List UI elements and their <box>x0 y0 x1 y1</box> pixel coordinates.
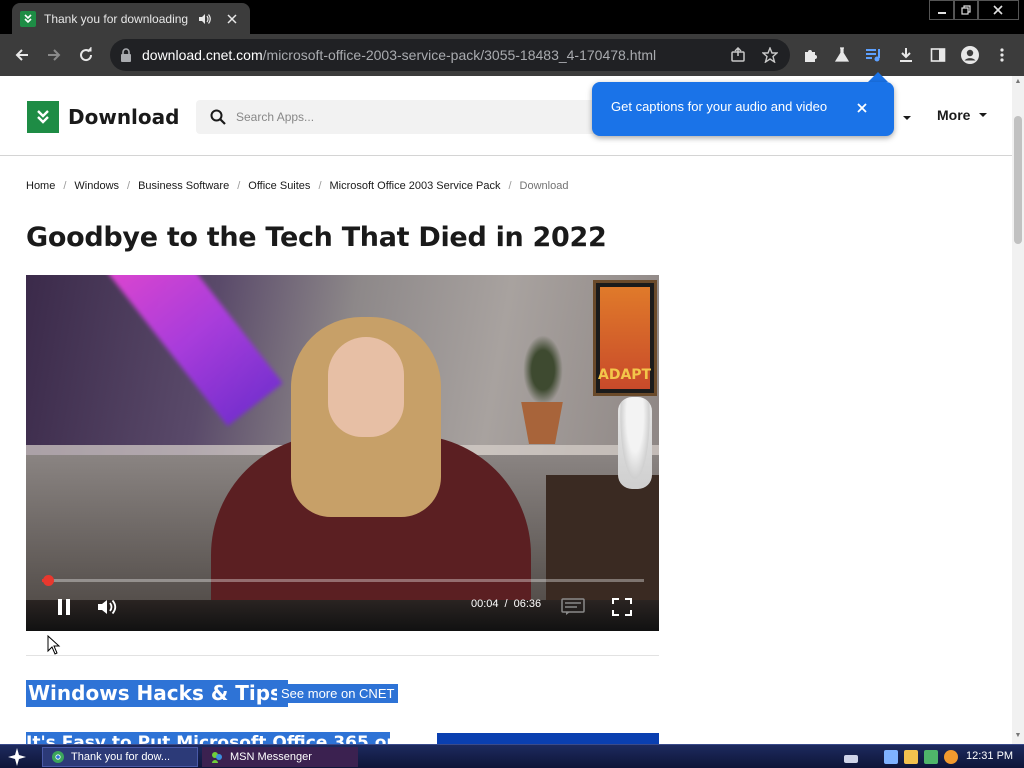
taskbar: Thank you for dow... MSN Messenger 12:31… <box>0 744 1024 768</box>
download-logo-icon[interactable] <box>27 101 59 133</box>
reload-icon[interactable] <box>74 43 98 67</box>
teaser-article-image[interactable] <box>437 733 659 744</box>
video-duration: 06:36 <box>513 598 542 610</box>
side-panel-icon[interactable] <box>926 43 950 67</box>
scrollbar-thumb[interactable] <box>1014 116 1022 244</box>
video-plant <box>523 335 563 405</box>
video-progress-bar[interactable] <box>42 575 644 586</box>
url-host: download.cnet.com <box>142 47 263 63</box>
download-icon[interactable] <box>894 43 918 67</box>
restore-window-button[interactable] <box>953 0 979 20</box>
chevron-down-icon <box>979 113 988 117</box>
mouse-cursor-icon <box>47 634 61 655</box>
video-poster-text: ADAPT <box>598 367 652 383</box>
taskbar-item-label: MSN Messenger <box>230 751 312 763</box>
address-bar[interactable]: download.cnet.com/microsoft-office-2003-… <box>110 39 790 71</box>
network-icon[interactable] <box>884 750 898 764</box>
close-icon[interactable] <box>854 100 870 116</box>
close-icon[interactable] <box>224 11 240 27</box>
shield-icon[interactable] <box>904 750 918 764</box>
breadcrumb-item-windows[interactable]: Windows <box>74 180 119 192</box>
search-icon <box>210 109 226 125</box>
scroll-up-icon[interactable]: ▲ <box>1014 78 1022 86</box>
video-player[interactable]: ADAPT 00:04 / 06:36 <box>26 275 659 631</box>
breadcrumb-item-office-suites[interactable]: Office Suites <box>248 180 310 192</box>
media-queue-icon[interactable] <box>862 43 886 67</box>
breadcrumb-separator: / <box>237 180 241 192</box>
back-arrow-icon[interactable] <box>10 43 34 67</box>
video-current-time: 00:04 <box>471 598 499 610</box>
teaser-article-title[interactable]: It's Easy to Put Microsoft Office 365 on… <box>26 732 390 744</box>
web-page: Download More Home / Windows / Business … <box>0 76 1012 744</box>
breadcrumb-separator: / <box>63 180 67 192</box>
volume-icon[interactable] <box>94 595 122 619</box>
video-progress-handle[interactable] <box>43 575 54 586</box>
popup-text: Get captions for your audio and video <box>611 99 828 114</box>
profile-avatar-icon[interactable] <box>958 43 982 67</box>
lock-icon[interactable] <box>120 48 132 62</box>
taskbar-item-browser[interactable]: Thank you for dow... <box>42 747 198 767</box>
forward-arrow-icon[interactable] <box>42 43 66 67</box>
article-title: Goodbye to the Tech That Died in 2022 <box>26 222 607 253</box>
minimize-window-button[interactable] <box>929 0 955 20</box>
breadcrumb-item-office-2003-service-pack[interactable]: Microsoft Office 2003 Service Pack <box>330 180 501 192</box>
popup-pointer <box>868 72 888 82</box>
start-star-icon[interactable] <box>6 747 28 767</box>
url-path: /microsoft-office-2003-service-pack/3055… <box>262 47 657 63</box>
page-scrollbar[interactable]: ▲ ▼ <box>1012 76 1024 744</box>
nav-more-menu[interactable]: More <box>937 107 988 123</box>
chevron-down-icon[interactable] <box>902 110 912 120</box>
breadcrumb-item-home[interactable]: Home <box>26 180 55 192</box>
captions-popup: Get captions for your audio and video <box>592 82 894 136</box>
breadcrumb-item-download: Download <box>519 180 569 192</box>
video-time-display: 00:04 / 06:36 <box>471 598 541 610</box>
system-tray <box>844 746 958 768</box>
breadcrumb-separator: / <box>508 180 512 192</box>
video-time-separator: / <box>504 598 508 610</box>
close-window-button[interactable] <box>977 0 1019 20</box>
breadcrumb: Home / Windows / Business Software / Off… <box>26 180 568 192</box>
bookmark-star-icon[interactable] <box>758 43 782 67</box>
labs-flask-icon[interactable] <box>830 43 854 67</box>
breadcrumb-separator: / <box>127 180 131 192</box>
chrome-icon <box>51 750 65 764</box>
breadcrumb-separator: / <box>318 180 322 192</box>
nav-more-label: More <box>937 107 971 123</box>
cnet-download-icon <box>20 10 36 27</box>
taskbar-item-label: Thank you for dow... <box>71 751 171 763</box>
browser-toolbar: download.cnet.com/microsoft-office-2003-… <box>0 34 1024 76</box>
breadcrumb-item-business-software[interactable]: Business Software <box>138 180 229 192</box>
pause-icon[interactable] <box>50 595 78 619</box>
menu-kebab-icon[interactable] <box>990 43 1014 67</box>
tab-title: Thank you for downloading Mic <box>44 11 192 26</box>
video-robot-figure <box>618 397 652 489</box>
search-bar[interactable] <box>196 100 616 134</box>
fullscreen-icon[interactable] <box>608 595 636 619</box>
extensions-puzzle-icon[interactable] <box>798 43 822 67</box>
section-title: Windows Hacks & Tips <box>26 680 288 707</box>
speaker-icon[interactable] <box>198 13 214 25</box>
taskbar-item-msn-messenger[interactable]: MSN Messenger <box>202 747 358 767</box>
browser-tab[interactable]: Thank you for downloading Mic <box>12 3 250 34</box>
see-more-link[interactable]: See more on CNET <box>277 684 399 703</box>
share-icon[interactable] <box>726 43 750 67</box>
captions-icon[interactable] <box>559 595 587 619</box>
video-presenter-face <box>328 337 404 437</box>
site-logo-text[interactable]: Download <box>68 105 179 129</box>
scroll-down-icon[interactable]: ▼ <box>1014 732 1022 740</box>
search-input[interactable] <box>236 110 596 124</box>
keyboard-icon[interactable] <box>844 755 858 763</box>
msn-messenger-icon <box>210 750 224 764</box>
section-divider <box>26 655 659 656</box>
browser-tab-strip: Thank you for downloading Mic <box>0 0 1024 34</box>
taskbar-clock: 12:31 PM <box>966 750 1014 762</box>
search-tray-icon[interactable] <box>944 750 958 764</box>
security-check-icon[interactable] <box>924 750 938 764</box>
